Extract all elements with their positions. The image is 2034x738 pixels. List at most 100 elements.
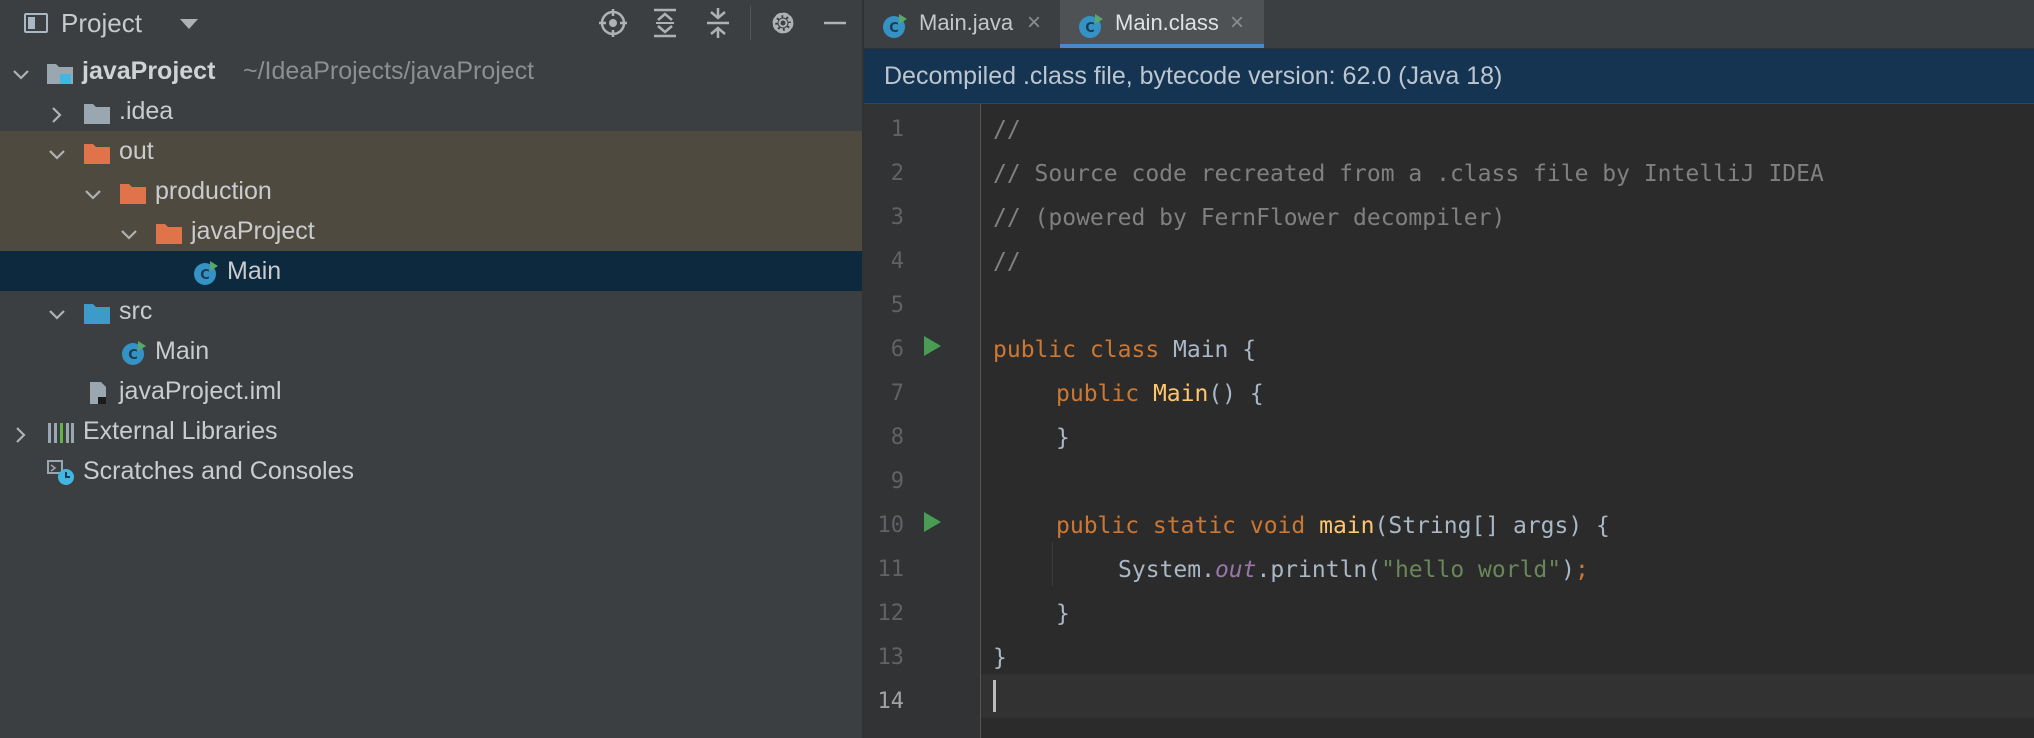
project-window-icon (24, 13, 48, 33)
project-view-title[interactable]: Project (61, 8, 142, 39)
function-token: main (1319, 513, 1375, 539)
tree-node-javaproject-output[interactable]: javaProject (0, 211, 862, 251)
tree-node-out[interactable]: out (0, 131, 862, 171)
tree-node-label: javaProject (82, 57, 216, 85)
line-number: 5 (890, 293, 904, 318)
code-line-1: // (993, 117, 1021, 143)
iml-file-icon (84, 378, 112, 404)
svg-text:C: C (128, 348, 138, 363)
editor-tab-bar: C Main.java × C Main.class × (864, 0, 2034, 49)
tree-node-iml-file[interactable]: javaProject.iml (0, 371, 862, 411)
tree-node-label: out (119, 137, 154, 165)
code-token: System. (1118, 557, 1215, 583)
tab-main-class[interactable]: C Main.class × (1060, 0, 1264, 48)
tree-node-label: .idea (119, 97, 174, 125)
line-number: 6 (890, 337, 904, 362)
tree-node-label: production (155, 177, 272, 205)
close-icon[interactable]: × (1027, 0, 1041, 46)
line-number: 7 (890, 381, 904, 406)
current-line-highlight (864, 674, 2034, 718)
collapse-all-icon[interactable] (701, 6, 735, 40)
text-caret (993, 680, 996, 712)
svg-text:C: C (1085, 21, 1095, 36)
code-token: () { (1208, 381, 1264, 407)
project-tool-window: Project javaProject ~/IdeaProjects/javaP… (0, 0, 862, 738)
line-number: 2 (890, 161, 904, 186)
folder-icon (83, 98, 111, 124)
line-number: 4 (890, 249, 904, 274)
gear-icon[interactable] (766, 6, 800, 40)
line-number: 11 (877, 557, 905, 582)
tab-main-java[interactable]: C Main.java × (864, 0, 1060, 48)
java-class-icon: C (120, 338, 148, 365)
indent-guide (1052, 542, 1053, 586)
expand-all-icon[interactable] (648, 6, 682, 40)
close-icon[interactable]: × (1230, 0, 1244, 46)
chevron-down-icon[interactable] (45, 139, 69, 163)
run-class-icon[interactable] (922, 335, 942, 357)
source-folder-icon (83, 298, 111, 324)
minimize-icon[interactable] (818, 6, 852, 40)
keyword-token: public static void (1056, 513, 1320, 539)
chevron-right-icon[interactable] (9, 419, 33, 443)
scratches-icon (47, 458, 75, 485)
chevron-down-icon[interactable] (45, 299, 69, 323)
notice-text: Decompiled .class file, bytecode version… (884, 62, 1503, 90)
project-path: ~/IdeaProjects/javaProject (243, 57, 535, 85)
tree-node-label: javaProject.iml (119, 377, 282, 405)
code-token: .println( (1256, 557, 1382, 583)
code-line-13: } (993, 645, 1007, 671)
tab-label: Main.java (919, 10, 1014, 35)
code-line-2: // Source code recreated from a .class f… (993, 161, 1824, 187)
code-line-4: // (993, 249, 1021, 275)
tree-node-javaproject-root[interactable]: javaProject ~/IdeaProjects/javaProject (0, 51, 862, 91)
chevron-down-icon[interactable] (9, 59, 33, 83)
code-line-7: public Main() { (1056, 372, 1264, 416)
excluded-folder-icon (155, 218, 183, 244)
svg-text:C: C (200, 268, 210, 283)
code-editor[interactable]: 1 2 3 4 5 6 7 8 9 10 11 12 13 14 // // S… (864, 104, 2034, 738)
chevron-right-icon[interactable] (45, 99, 69, 123)
tree-node-idea[interactable]: .idea (0, 91, 862, 131)
tree-node-external-libraries[interactable]: External Libraries (0, 411, 862, 451)
code-token: ) (1561, 557, 1575, 583)
tree-node-production[interactable]: production (0, 171, 862, 211)
line-number: 1 (890, 117, 904, 142)
tree-node-label: External Libraries (83, 417, 278, 445)
excluded-folder-icon (83, 138, 111, 164)
tree-node-main-class[interactable]: C Main (0, 251, 862, 291)
svg-text:C: C (889, 21, 899, 36)
view-dropdown-icon[interactable] (180, 19, 198, 29)
tree-node-label: Scratches and Consoles (83, 457, 354, 485)
semicolon-token: ; (1574, 557, 1589, 583)
tree-node-label: src (119, 297, 153, 325)
tree-node-scratches[interactable]: Scratches and Consoles (0, 451, 862, 491)
line-number-current: 14 (877, 689, 905, 714)
tree-node-label: Main (227, 257, 282, 285)
toolbar-separator (750, 6, 751, 40)
tree-node-src[interactable]: src (0, 291, 862, 331)
libraries-icon (47, 418, 75, 444)
string-token: "hello world" (1381, 557, 1562, 583)
code-token: (String[] args) { (1374, 513, 1610, 539)
gutter-border (980, 104, 981, 738)
locate-icon[interactable] (596, 6, 630, 40)
line-number: 10 (877, 513, 905, 538)
line-number: 13 (877, 645, 905, 670)
excluded-folder-icon (119, 178, 147, 204)
function-token: Main (1152, 381, 1209, 407)
code-line-12: } (1056, 601, 1070, 627)
tab-label: Main.class (1115, 10, 1219, 35)
java-class-icon: C (192, 258, 220, 285)
code-line-8: } (1056, 425, 1070, 451)
chevron-down-icon[interactable] (117, 219, 141, 243)
tree-node-label: javaProject (191, 217, 315, 245)
run-main-icon[interactable] (922, 511, 942, 533)
code-line-6: public class Main { (993, 328, 1256, 372)
chevron-down-icon[interactable] (81, 179, 105, 203)
project-header: Project (0, 0, 862, 46)
line-number: 3 (890, 205, 904, 230)
code-line-10: public static void main(String[] args) { (1056, 504, 1610, 548)
decompiled-notice-banner: Decompiled .class file, bytecode version… (864, 49, 2034, 104)
tree-node-main-java[interactable]: C Main (0, 331, 862, 371)
